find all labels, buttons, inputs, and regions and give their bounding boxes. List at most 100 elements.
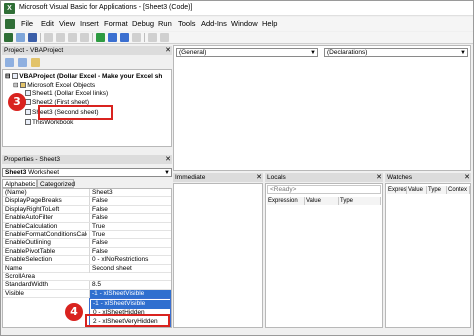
tree-folder-label: Microsoft Excel Objects: [27, 82, 96, 89]
property-value[interactable]: False: [89, 247, 171, 256]
view-object-icon[interactable]: [18, 58, 27, 67]
menu-insert[interactable]: Insert: [80, 19, 99, 28]
menu-tools[interactable]: Tools: [178, 19, 196, 28]
menu-help[interactable]: Help: [262, 19, 277, 28]
view-excel-icon[interactable]: [4, 33, 13, 42]
close-icon[interactable]: ✕: [256, 173, 262, 182]
excel-app-icon: X: [4, 3, 15, 14]
menu-add-ins[interactable]: Add-Ins: [201, 19, 227, 28]
property-row[interactable]: Name Second sheet: [3, 264, 171, 273]
find-icon[interactable]: [80, 33, 89, 42]
close-icon[interactable]: ✕: [376, 173, 382, 182]
watches-window: Expres Value Type Contex: [385, 183, 471, 328]
reset-icon[interactable]: [120, 33, 129, 42]
property-name: (Name): [5, 189, 27, 196]
property-value[interactable]: True: [89, 231, 171, 239]
menu-run[interactable]: Run: [158, 19, 172, 28]
property-row[interactable]: DisplayPageBreaks False: [3, 197, 171, 206]
immediate-window[interactable]: [173, 183, 263, 328]
property-name: ScrollArea: [5, 273, 35, 280]
property-name: Visible: [5, 289, 25, 297]
properties-object-select[interactable]: Sheet3 Worksheet ▼: [2, 168, 172, 177]
cut-icon[interactable]: [44, 33, 53, 42]
property-value[interactable]: True: [89, 222, 171, 231]
insert-module-icon[interactable]: [16, 33, 25, 42]
close-icon[interactable]: ✕: [165, 155, 171, 164]
column-type[interactable]: Type: [427, 186, 447, 194]
window-title: Microsoft Visual Basic for Applications …: [19, 4, 193, 11]
close-icon[interactable]: ✕: [464, 173, 470, 182]
column-type[interactable]: Type: [339, 197, 381, 205]
step-4-badge: 4: [65, 303, 83, 321]
column-value[interactable]: Value: [407, 186, 427, 194]
property-value[interactable]: False: [89, 205, 171, 214]
watches-pane-title-text: Watches: [387, 174, 413, 181]
property-row[interactable]: (Name) Sheet3: [3, 189, 171, 198]
tree-project-root[interactable]: ⊟ VBAProject (Dollar Excel - Make your E…: [5, 72, 162, 80]
vba-editor-window: X Microsoft Visual Basic for Application…: [0, 0, 474, 336]
property-value[interactable]: Second sheet: [89, 264, 171, 273]
view-code-icon[interactable]: [5, 58, 14, 67]
property-name: EnableFormatConditionsCalcu: [5, 231, 87, 238]
break-icon[interactable]: [108, 33, 117, 42]
tab-alphabetic[interactable]: Alphabetic: [2, 179, 37, 188]
menu-debug[interactable]: Debug: [132, 19, 154, 28]
chevron-down-icon[interactable]: ▼: [310, 49, 316, 57]
chevron-down-icon[interactable]: ▼: [460, 49, 466, 57]
property-row[interactable]: EnableAutoFilter False: [3, 214, 171, 223]
menu-file[interactable]: File: [21, 19, 33, 28]
close-icon[interactable]: ✕: [165, 46, 171, 55]
tree-item-sheet1[interactable]: Sheet1 (Dollar Excel links): [25, 90, 108, 97]
dropdown-option[interactable]: -1 - xlSheetVisible: [91, 300, 170, 309]
tab-categorized[interactable]: Categorized: [37, 179, 75, 188]
property-row[interactable]: EnablePivotTable False: [3, 247, 171, 257]
collapse-icon[interactable]: ⊟: [5, 73, 10, 80]
menu-bar: File Edit View Insert Format Debug Run T…: [1, 17, 473, 31]
properties-window-icon[interactable]: [160, 33, 169, 42]
collapse-icon[interactable]: ⊟: [13, 82, 18, 89]
property-row[interactable]: StandardWidth 8.5: [3, 281, 171, 290]
menu-format[interactable]: Format: [104, 19, 128, 28]
copy-icon[interactable]: [56, 33, 65, 42]
property-value-visible[interactable]: -1 - xlSheetVisible: [89, 289, 171, 298]
code-window[interactable]: (General) ▼ (Declarations) ▼: [173, 45, 471, 171]
property-row[interactable]: DisplayRightToLeft False: [3, 205, 171, 215]
chevron-down-icon[interactable]: ▼: [164, 169, 170, 177]
workbook-icon: [25, 119, 31, 126]
property-row-visible[interactable]: Visible -1 - xlSheetVisible: [3, 289, 171, 299]
paste-icon[interactable]: [68, 33, 77, 42]
property-name: EnableCalculation: [5, 222, 58, 230]
property-value[interactable]: 0 - xlNoRestrictions: [89, 256, 171, 265]
tree-folder[interactable]: ⊟ Microsoft Excel Objects: [13, 81, 95, 89]
column-context[interactable]: Contex: [447, 186, 470, 194]
procedure-combo[interactable]: (Declarations) ▼: [324, 48, 468, 57]
design-mode-icon[interactable]: [132, 33, 141, 42]
run-icon[interactable]: [96, 33, 105, 42]
property-row[interactable]: EnableCalculation True: [3, 222, 171, 231]
column-value[interactable]: Value: [305, 197, 339, 205]
property-row[interactable]: EnableOutlining False: [3, 239, 171, 248]
property-row[interactable]: EnableFormatConditionsCalcu True: [3, 231, 171, 240]
vba-project-icon: [12, 73, 19, 80]
property-row[interactable]: ScrollArea: [3, 273, 171, 282]
menu-view[interactable]: View: [59, 19, 75, 28]
properties-pane-title-text: Properties - Sheet3: [4, 156, 61, 163]
toggle-folders-icon[interactable]: [31, 58, 40, 67]
property-value[interactable]: False: [89, 239, 171, 248]
menu-window[interactable]: Window: [231, 19, 258, 28]
menu-edit[interactable]: Edit: [41, 19, 54, 28]
object-combo[interactable]: (General) ▼: [176, 48, 318, 57]
column-expression[interactable]: Expres: [387, 186, 407, 194]
property-value[interactable]: False: [89, 197, 171, 206]
project-explorer-icon[interactable]: [148, 33, 157, 42]
tree-item-thisworkbook[interactable]: ThisWorkbook: [25, 119, 73, 126]
excel-menu-icon[interactable]: [5, 19, 15, 29]
toolbar-separator: [40, 33, 41, 42]
column-expression[interactable]: Expression: [267, 197, 305, 205]
property-value[interactable]: False: [89, 214, 171, 223]
save-icon[interactable]: [28, 33, 37, 42]
highlight-sheet3: [38, 105, 113, 120]
property-row[interactable]: EnableSelection 0 - xlNoRestrictions: [3, 256, 171, 265]
property-value[interactable]: Sheet3: [89, 189, 171, 197]
property-value[interactable]: 8.5: [89, 281, 171, 290]
